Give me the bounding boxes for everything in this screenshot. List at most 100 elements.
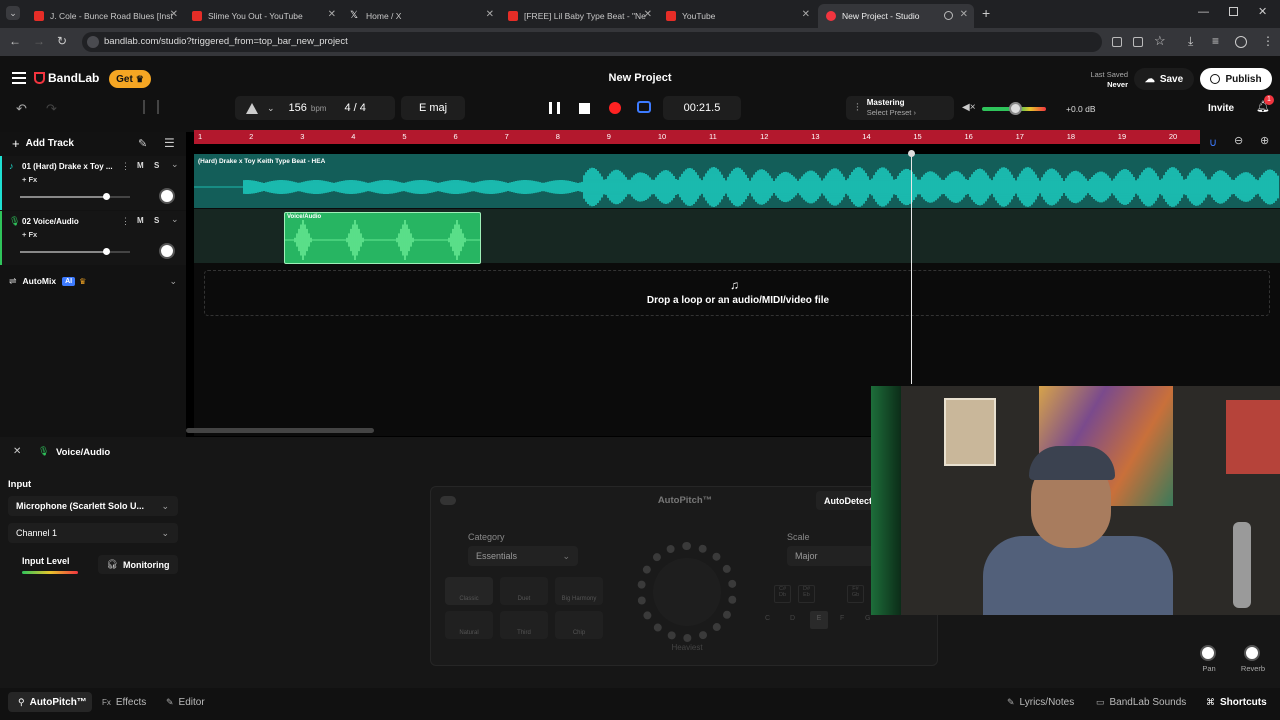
playhead[interactable] bbox=[911, 152, 912, 384]
loop-button[interactable] bbox=[637, 101, 651, 113]
track-pan-knob[interactable] bbox=[159, 188, 175, 204]
track-more-icon[interactable]: ⋮ bbox=[121, 216, 130, 227]
stop-button[interactable] bbox=[579, 103, 590, 114]
category-select[interactable]: Essentials ⌄ bbox=[468, 546, 578, 566]
add-fx-button[interactable]: + Fx bbox=[22, 175, 37, 184]
note-key[interactable]: G bbox=[865, 615, 870, 622]
master-volume-slider[interactable] bbox=[982, 102, 1046, 115]
note-key-active[interactable]: E bbox=[810, 611, 828, 629]
track-more-icon[interactable]: ⋮ bbox=[121, 161, 130, 172]
track-header[interactable]: 🎙︎ 02 Voice/Audio ⋮ M S ⌄ + Fx bbox=[0, 211, 186, 265]
mute-button[interactable]: M bbox=[137, 216, 144, 225]
mastering-button[interactable]: ⫶ Mastering Select Preset › bbox=[846, 96, 954, 120]
address-bar[interactable]: bandlab.com/studio?triggered_from=top_ba… bbox=[82, 32, 1102, 52]
bandlab-logo[interactable]: BandLab bbox=[34, 71, 99, 85]
sharp-key[interactable]: F# Gb bbox=[847, 585, 864, 603]
close-tab-icon[interactable]: ✕ bbox=[328, 9, 336, 20]
back-icon[interactable]: ← bbox=[9, 34, 21, 48]
timeline-ruler[interactable]: 1 2 3 4 5 6 7 8 9 10 11 12 13 14 15 16 17 18 19 20 bbox=[194, 130, 1200, 144]
tab-search-icon[interactable]: ⌄ bbox=[6, 6, 20, 20]
note-key[interactable]: C bbox=[765, 615, 770, 622]
add-track-button[interactable]: + Add Track bbox=[12, 136, 74, 151]
track-volume-handle[interactable] bbox=[102, 248, 110, 255]
track-volume-handle[interactable] bbox=[102, 193, 110, 200]
horizontal-scrollbar[interactable] bbox=[186, 428, 374, 433]
preset-button[interactable]: Chip bbox=[555, 611, 603, 639]
close-window-icon[interactable]: ✕ bbox=[1258, 5, 1267, 18]
solo-button[interactable]: S bbox=[154, 216, 159, 225]
pause-button[interactable] bbox=[549, 102, 560, 114]
drop-zone[interactable]: ♫ Drop a loop or an audio/MIDI/video fil… bbox=[204, 270, 1270, 316]
audio-clip-waveform[interactable] bbox=[194, 154, 1280, 208]
track-header[interactable]: ♪ 01 (Hard) Drake x Toy ... ⋮ M S ⌄ + Fx bbox=[0, 156, 186, 210]
get-membership-button[interactable]: Get ♛ bbox=[109, 70, 151, 88]
bandlab-sounds-button[interactable]: ▭ BandLab Sounds bbox=[1096, 697, 1186, 708]
translate-icon[interactable] bbox=[1112, 37, 1122, 47]
close-panel-icon[interactable]: ✕ bbox=[13, 446, 21, 457]
time-signature[interactable]: 4 / 4 bbox=[344, 102, 365, 114]
media-control-icon[interactable]: ≡ bbox=[1212, 34, 1219, 48]
effects-tab[interactable]: Fx Effects bbox=[102, 697, 146, 708]
metronome-icon[interactable] bbox=[246, 102, 258, 114]
track-expand-chevron-icon[interactable]: ⌄ bbox=[171, 214, 179, 225]
close-tab-icon[interactable]: ✕ bbox=[960, 9, 968, 20]
preset-button[interactable]: Third bbox=[500, 611, 548, 639]
zoom-in-icon[interactable]: ⊕ bbox=[1260, 134, 1269, 147]
hamburger-menu-icon[interactable] bbox=[12, 72, 26, 84]
sharp-key[interactable]: C# Db bbox=[774, 585, 791, 603]
browser-tab[interactable]: YouTube ✕ bbox=[658, 4, 816, 28]
autopitch-tab-content[interactable]: ⚲ AutoPitch™ bbox=[18, 697, 87, 708]
track-name[interactable]: 01 (Hard) Drake x Toy ... bbox=[22, 162, 118, 171]
sharp-key[interactable]: D# Eb bbox=[798, 585, 815, 603]
note-key[interactable]: F bbox=[840, 615, 844, 622]
track-settings-icon[interactable]: ☰ bbox=[164, 136, 175, 150]
track-volume-slider[interactable] bbox=[20, 193, 130, 200]
track-pan-knob[interactable] bbox=[159, 243, 175, 259]
pencil-tool-icon[interactable]: ✎ bbox=[138, 137, 147, 150]
lyrics-notes-button[interactable]: ✎ Lyrics/Notes bbox=[1007, 697, 1074, 708]
key-selector[interactable]: E maj bbox=[401, 96, 465, 120]
autopitch-amount-knob[interactable] bbox=[637, 542, 737, 642]
close-tab-icon[interactable]: ✕ bbox=[802, 9, 810, 20]
save-button[interactable]: ☁ Save bbox=[1134, 68, 1194, 90]
redo-icon[interactable]: ↷ bbox=[46, 101, 57, 117]
browser-tab[interactable]: [FREE] Lil Baby Type Beat - "Ne ✕ bbox=[500, 4, 658, 28]
mute-button[interactable]: M bbox=[137, 161, 144, 170]
profile-icon[interactable] bbox=[1235, 36, 1247, 48]
add-fx-button[interactable]: + Fx bbox=[22, 230, 37, 239]
forward-icon[interactable]: → bbox=[33, 34, 45, 48]
automix-row[interactable]: ⇌ AutoMix AI ♛ ⌄ bbox=[0, 272, 186, 290]
editor-tab[interactable]: ✎ Editor bbox=[166, 697, 205, 708]
browser-tab-active[interactable]: New Project - Studio ✕ bbox=[818, 4, 974, 28]
publish-button[interactable]: Publish bbox=[1200, 68, 1272, 90]
track-volume-slider[interactable] bbox=[20, 248, 130, 255]
preset-button[interactable]: Duet bbox=[500, 577, 548, 605]
input-device-select[interactable]: Microphone (Scarlett Solo U... ⌄ bbox=[8, 496, 178, 516]
site-info-icon[interactable] bbox=[87, 36, 99, 48]
track-name[interactable]: 02 Voice/Audio bbox=[22, 217, 118, 226]
solo-button[interactable]: S bbox=[154, 161, 159, 170]
note-key[interactable]: D bbox=[790, 615, 795, 622]
reload-icon[interactable]: ↻ bbox=[57, 34, 67, 48]
browser-menu-icon[interactable]: ⋮ bbox=[1262, 34, 1274, 48]
minimize-window-icon[interactable]: — bbox=[1198, 6, 1209, 18]
download-icon[interactable]: ⤓ bbox=[1188, 34, 1193, 49]
shortcuts-button[interactable]: ⌘ Shortcuts bbox=[1206, 697, 1267, 708]
scale-select[interactable]: Major bbox=[787, 546, 877, 566]
playhead-top[interactable] bbox=[908, 150, 915, 157]
mixer-icon[interactable] bbox=[143, 100, 159, 114]
monitoring-button[interactable]: 🎧︎ Monitoring bbox=[98, 555, 178, 574]
snap-magnet-icon[interactable]: ∪ bbox=[1209, 136, 1217, 149]
channel-select[interactable]: Channel 1 ⌄ bbox=[8, 523, 178, 543]
reverb-knob[interactable] bbox=[1244, 645, 1260, 661]
invite-button[interactable]: Invite bbox=[1208, 103, 1234, 114]
maximize-window-icon[interactable] bbox=[1229, 7, 1238, 16]
speaker-mute-icon[interactable]: ◀× bbox=[962, 102, 976, 113]
preset-button[interactable]: Big Harmony bbox=[555, 577, 603, 605]
voice-audio-clip[interactable]: Voice/Audio bbox=[284, 212, 481, 264]
close-tab-icon[interactable]: ✕ bbox=[644, 9, 652, 20]
close-tab-icon[interactable]: ✕ bbox=[486, 9, 494, 20]
browser-tab[interactable]: J. Cole - Bunce Road Blues [Inst ✕ bbox=[26, 4, 184, 28]
bookmark-star-icon[interactable]: ☆ bbox=[1154, 33, 1166, 49]
record-button[interactable] bbox=[609, 102, 621, 114]
